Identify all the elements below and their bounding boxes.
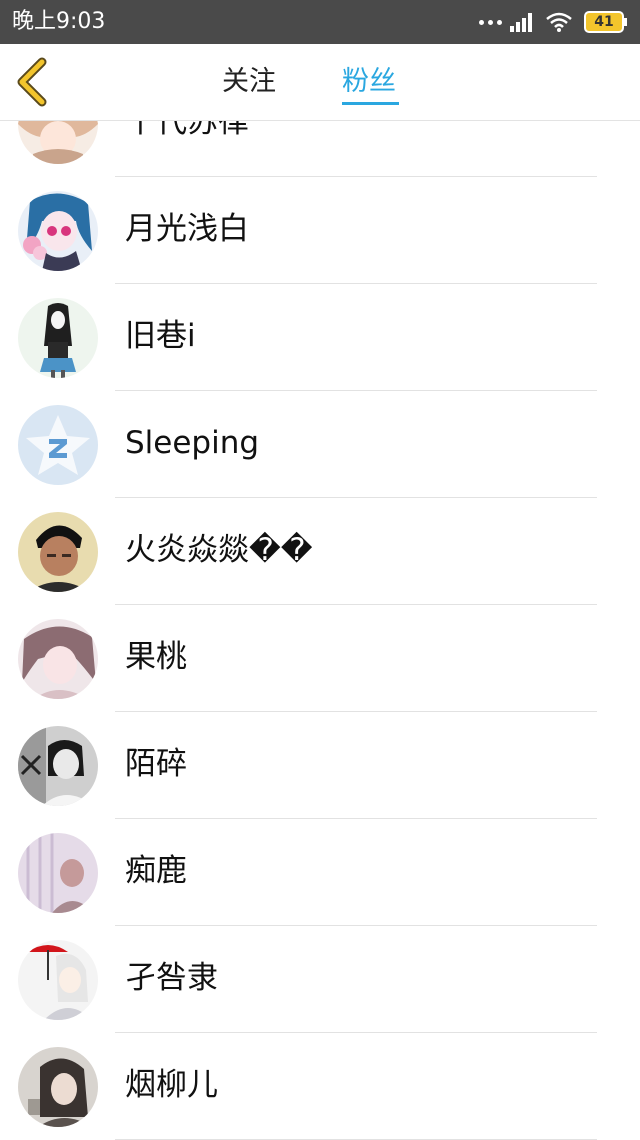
status-time: 晚上9:03 [12, 9, 106, 34]
list-item[interactable]: 孑咎隶 [0, 926, 640, 1033]
fan-name: 陌碎 [125, 746, 187, 782]
battery-icon: 41 [584, 11, 628, 33]
list-item[interactable]: 月光浅白 [0, 177, 640, 284]
avatar[interactable] [18, 191, 98, 271]
list-item[interactable]: 痴鹿 [0, 819, 640, 926]
list-item[interactable]: 火炎焱燚�� [0, 498, 640, 605]
avatar[interactable] [18, 512, 98, 592]
avatar[interactable] [18, 726, 98, 806]
list-item[interactable]: 烟柳儿 [0, 1033, 640, 1140]
avatar[interactable] [18, 833, 98, 913]
active-tab-indicator [342, 102, 399, 105]
avatar[interactable] [18, 405, 98, 485]
battery-level: 41 [594, 14, 614, 30]
avatar[interactable] [18, 619, 98, 699]
status-bar: 晚上9:03 41 [0, 0, 640, 44]
fan-name: 旧巷i [125, 318, 196, 354]
back-button[interactable] [6, 54, 62, 110]
avatar[interactable] [18, 1047, 98, 1127]
list-item[interactable]: 陌碎 [0, 712, 640, 819]
list-item[interactable]: 果桃 [0, 605, 640, 712]
tab-follow[interactable]: 关注 [222, 64, 276, 100]
fan-name: 烟柳儿 [125, 1067, 218, 1103]
signal-icon [510, 13, 532, 32]
fan-name: Sleeping [125, 425, 260, 461]
fan-name: 痴鹿 [125, 853, 187, 889]
fan-name: 孑咎隶 [125, 960, 218, 996]
wifi-icon [546, 12, 572, 32]
list-item[interactable]: Sleeping [0, 391, 640, 498]
status-icons: 41 [479, 0, 628, 44]
fan-name: 月光浅白 [125, 211, 249, 247]
more-dots-icon [479, 19, 502, 25]
fans-list: 千代苏律 月光浅白 旧巷i Sleeping 火炎焱燚�� 果桃 陌碎 痴鹿 孑… [0, 70, 640, 1140]
back-arrow-icon [17, 57, 47, 107]
top-nav: 关注 粉丝 [0, 44, 640, 121]
list-item[interactable]: 旧巷i [0, 284, 640, 391]
avatar[interactable] [18, 940, 98, 1020]
avatar[interactable] [18, 298, 98, 378]
fan-name: 果桃 [125, 639, 187, 675]
tab-fans[interactable]: 粉丝 [342, 64, 396, 100]
fan-name: 火炎焱燚�� [125, 532, 313, 568]
